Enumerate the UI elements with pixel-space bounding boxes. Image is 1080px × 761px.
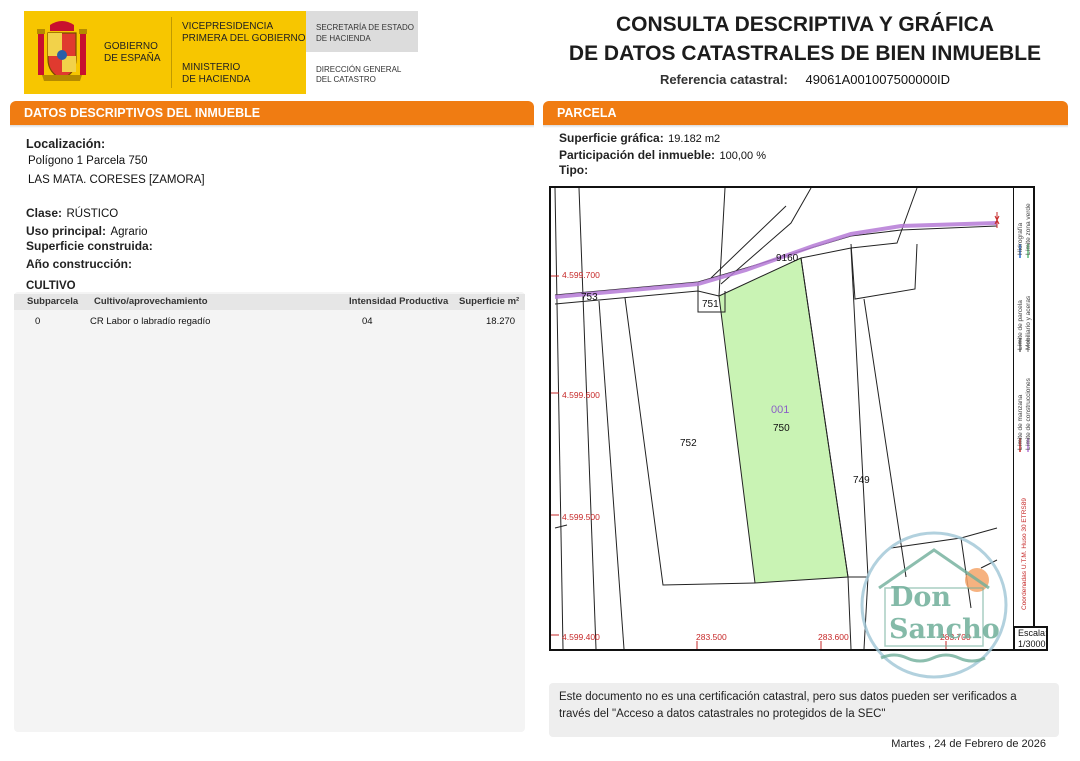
government-logo-block: GOBIERNO DE ESPAÑA VICEPRESIDENCIA PRIME… — [24, 11, 306, 94]
class-row: Clase: RÚSTICO — [26, 204, 118, 222]
participation-value: 100,00 % — [719, 150, 766, 162]
direction-line2: DEL CATASTRO — [316, 75, 376, 84]
x-label-283500: 283.500 — [696, 632, 727, 642]
gov-name-line1: GOBIERNO — [104, 41, 158, 52]
notice-line2: través del "Acceso a datos catastrales n… — [559, 708, 886, 720]
row-superficie: 18.270 — [486, 316, 516, 327]
logo-divider — [171, 17, 172, 88]
gov-name-line2: DE ESPAÑA — [104, 53, 161, 64]
document-date: Martes , 24 de Febrero de 2026 — [891, 738, 1046, 750]
cadastral-reference: Referencia catastral: 49061A001007500000… — [560, 72, 1050, 87]
title-line1: CONSULTA DESCRIPTIVA Y GRÁFICA — [615, 13, 995, 36]
vice-line1: VICEPRESIDENCIA — [182, 21, 274, 32]
direction-line1: DIRECCIÓN GENERAL — [316, 65, 402, 74]
col-superficie: Superficie m² — [459, 296, 520, 307]
disclaimer-notice: Este documento no es una certificación c… — [549, 683, 1059, 737]
scale-box: Escala: 1/3000 — [1013, 626, 1048, 651]
y-label-4599500: 4.599.500 — [562, 512, 600, 522]
x-label-283600: 283.600 — [818, 632, 849, 642]
scale-value: 1/3000 — [1018, 639, 1046, 649]
descriptive-data-header: DATOS DESCRIPTIVOS DEL INMUEBLE — [10, 101, 534, 128]
class-value: RÚSTICO — [66, 208, 119, 220]
watermark-text-1: Don — [890, 582, 952, 613]
ministry-line2: DE HACIENDA — [182, 74, 251, 85]
col-cultivo: Cultivo/aprovechamiento — [94, 296, 208, 307]
ref-label: Referencia catastral: — [659, 72, 788, 87]
col-intensidad: Intensidad Productiva — [349, 296, 449, 307]
cultivo-label: CULTIVO — [26, 280, 76, 292]
location-label: Localización: — [26, 137, 106, 151]
coat-of-arms-icon — [37, 21, 87, 81]
participation-row: Participación del inmueble: 100,00 % — [559, 146, 766, 164]
ref-value: 49061A001007500000ID — [805, 72, 951, 87]
row-cultivo: CR Labor o labradío regadío — [90, 316, 211, 327]
row-subparcela: 0 — [35, 316, 41, 327]
parcel-750-area — [718, 257, 849, 584]
secretariat-line1: SECRETARÍA DE ESTADO — [316, 23, 414, 32]
parcel-label-752: 752 — [680, 438, 697, 449]
parcel-label-9160: 9160 — [776, 253, 799, 264]
col-subparcela: Subparcela — [27, 296, 79, 307]
built-surface-label: Superficie construida: — [26, 239, 153, 253]
graphic-surface-row: Superficie gráfica: 19.182 m2 — [559, 129, 720, 147]
parcel-label-753: 753 — [581, 292, 598, 303]
vice-line2: PRIMERA DEL GOBIERNO — [182, 33, 306, 44]
y-label-4599400: 4.599.400 — [562, 632, 600, 642]
document-title: CONSULTA DESCRIPTIVA Y GRÁFICA DE DATOS … — [560, 10, 1050, 68]
secretariat-line2: DE HACIENDA — [316, 34, 371, 43]
row-intensidad: 04 — [362, 316, 373, 327]
parcel-header: PARCELA — [543, 101, 1068, 128]
notice-line1: Este documento no es una certificación c… — [559, 691, 1017, 703]
type-label: Tipo: — [559, 163, 589, 177]
y-label-4599600: 4.599.600 — [562, 390, 600, 400]
watermark-text-2: Sancho — [889, 614, 1000, 645]
participation-label: Participación del inmueble: — [559, 148, 716, 162]
ministry-line1: MINISTERIO — [182, 62, 241, 73]
location-line1: Polígono 1 Parcela 750 — [28, 155, 148, 167]
title-line2: DE DATOS CATASTRALES DE BIEN INMUEBLE — [568, 42, 1042, 65]
y-label-4599700: 4.599.700 — [562, 270, 600, 280]
class-label: Clase: — [26, 206, 63, 220]
parcel-label-749: 749 — [853, 475, 870, 486]
coord-note: Coordenadas U.T.M. Huso 30 ETRS89 — [1021, 498, 1028, 610]
cultivo-table-header — [14, 294, 525, 310]
graphic-surface-value: 19.182 m2 — [668, 133, 721, 145]
parcel-label-751: 751 — [702, 299, 719, 310]
parcel-label-750: 750 — [773, 423, 790, 434]
construction-year-label: Año construcción: — [26, 257, 133, 271]
graphic-surface-label: Superficie gráfica: — [559, 131, 664, 145]
cultivo-table-panel — [14, 292, 525, 732]
scale-label: Escala: — [1018, 628, 1048, 638]
use-value: Agrario — [110, 226, 148, 238]
location-line2: LAS MATA. CORESES [ZAMORA] — [28, 174, 205, 186]
use-row: Uso principal: Agrario — [26, 222, 148, 240]
use-label: Uso principal: — [26, 224, 107, 238]
subparcel-label-001: 001 — [771, 404, 790, 416]
